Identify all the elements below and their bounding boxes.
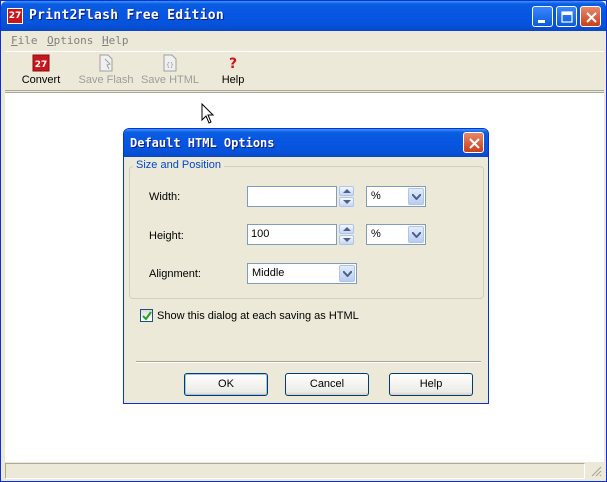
menu-bar: File Options Help: [5, 31, 604, 51]
menu-help-mnemonic: H: [102, 34, 109, 47]
maximize-button[interactable]: [556, 6, 577, 27]
height-spinner[interactable]: [339, 224, 354, 245]
width-unit-value: %: [371, 190, 381, 202]
dialog-separator: [136, 361, 481, 363]
chevron-down-icon: [343, 271, 352, 277]
menu-file-mnemonic: F: [11, 34, 18, 47]
save-html-icon: {}: [163, 54, 177, 72]
height-input[interactable]: 100: [247, 224, 337, 245]
arrow-down-icon: [343, 238, 351, 242]
save-flash-button[interactable]: Save Flash: [76, 54, 136, 90]
alignment-select[interactable]: Middle: [247, 263, 357, 284]
status-pane: [5, 463, 585, 479]
height-spin-up[interactable]: [339, 224, 354, 234]
width-input[interactable]: [247, 186, 337, 207]
print2flash-app-icon: 27: [7, 8, 23, 24]
alignment-dropdown[interactable]: [339, 265, 355, 282]
show-dialog-checkbox[interactable]: [140, 309, 153, 322]
mouse-pointer-icon: [201, 103, 215, 124]
minimize-button[interactable]: [532, 6, 553, 27]
chevron-down-icon: [412, 232, 421, 238]
svg-text:27: 27: [35, 60, 48, 70]
width-unit-dropdown[interactable]: [408, 188, 424, 205]
close-icon: [586, 12, 597, 23]
menu-options-mnemonic: O: [47, 34, 54, 47]
dialog-close-button[interactable]: [463, 132, 484, 153]
arrow-up-icon: [343, 227, 351, 231]
width-spinner[interactable]: [339, 186, 354, 207]
save-html-label: Save HTML: [140, 74, 200, 86]
cancel-button[interactable]: Cancel: [285, 373, 369, 396]
resize-grip-icon[interactable]: [590, 465, 602, 477]
save-html-button[interactable]: {} Save HTML: [139, 54, 201, 90]
height-unit-select[interactable]: %: [366, 224, 426, 245]
convert-button[interactable]: 27 Convert: [17, 54, 65, 90]
save-flash-label: Save Flash: [78, 74, 134, 86]
menu-help[interactable]: Help: [102, 34, 129, 47]
height-label: Height:: [149, 230, 184, 242]
svg-text:{}: {}: [166, 62, 174, 69]
title-bar[interactable]: 27 Print2Flash Free Edition: [1, 1, 606, 31]
chevron-down-icon: [412, 194, 421, 200]
alignment-value: Middle: [252, 267, 285, 279]
menu-file[interactable]: File: [11, 34, 38, 47]
toolbar: 27 Convert Save Flash {} Save HTML ? Hel…: [5, 51, 604, 91]
checkmark-icon: [142, 311, 152, 321]
ok-button[interactable]: OK: [184, 373, 268, 396]
dialog-title-bar[interactable]: Default HTML Options: [124, 129, 488, 157]
svg-text:?: ?: [229, 56, 237, 72]
menu-options-label: ptions: [53, 34, 94, 47]
menu-options[interactable]: Options: [47, 34, 93, 47]
width-label: Width:: [149, 191, 181, 203]
menu-file-label: ile: [17, 34, 38, 47]
help-toolbar-button[interactable]: ? Help: [215, 54, 251, 90]
close-icon: [469, 138, 480, 149]
print2flash-convert-icon: 27: [32, 54, 50, 72]
save-flash-icon: [99, 54, 113, 72]
height-spin-down[interactable]: [339, 235, 354, 245]
size-position-legend: Size and Position: [133, 159, 224, 171]
maximize-icon: [561, 11, 573, 23]
close-button[interactable]: [580, 6, 601, 27]
alignment-label: Alignment:: [149, 268, 201, 280]
status-bar: [5, 461, 604, 479]
menu-help-label: elp: [108, 34, 129, 47]
minimize-icon: [538, 20, 545, 23]
width-unit-select[interactable]: %: [366, 186, 426, 207]
help-button[interactable]: Help: [389, 373, 473, 396]
convert-label: Convert: [21, 74, 61, 86]
show-dialog-label[interactable]: Show this dialog at each saving as HTML: [157, 310, 359, 322]
width-spin-up[interactable]: [339, 186, 354, 196]
default-html-options-dialog: Default HTML Options Size and Position W…: [123, 128, 489, 404]
dialog-title: Default HTML Options: [130, 136, 275, 150]
help-toolbar-label: Help: [221, 74, 245, 86]
width-spin-down[interactable]: [339, 197, 354, 207]
question-mark-icon: ?: [229, 56, 237, 72]
window-title: Print2Flash Free Edition: [29, 8, 225, 23]
height-unit-value: %: [371, 228, 381, 240]
height-unit-dropdown[interactable]: [408, 226, 424, 243]
arrow-down-icon: [343, 200, 351, 204]
arrow-up-icon: [343, 189, 351, 193]
